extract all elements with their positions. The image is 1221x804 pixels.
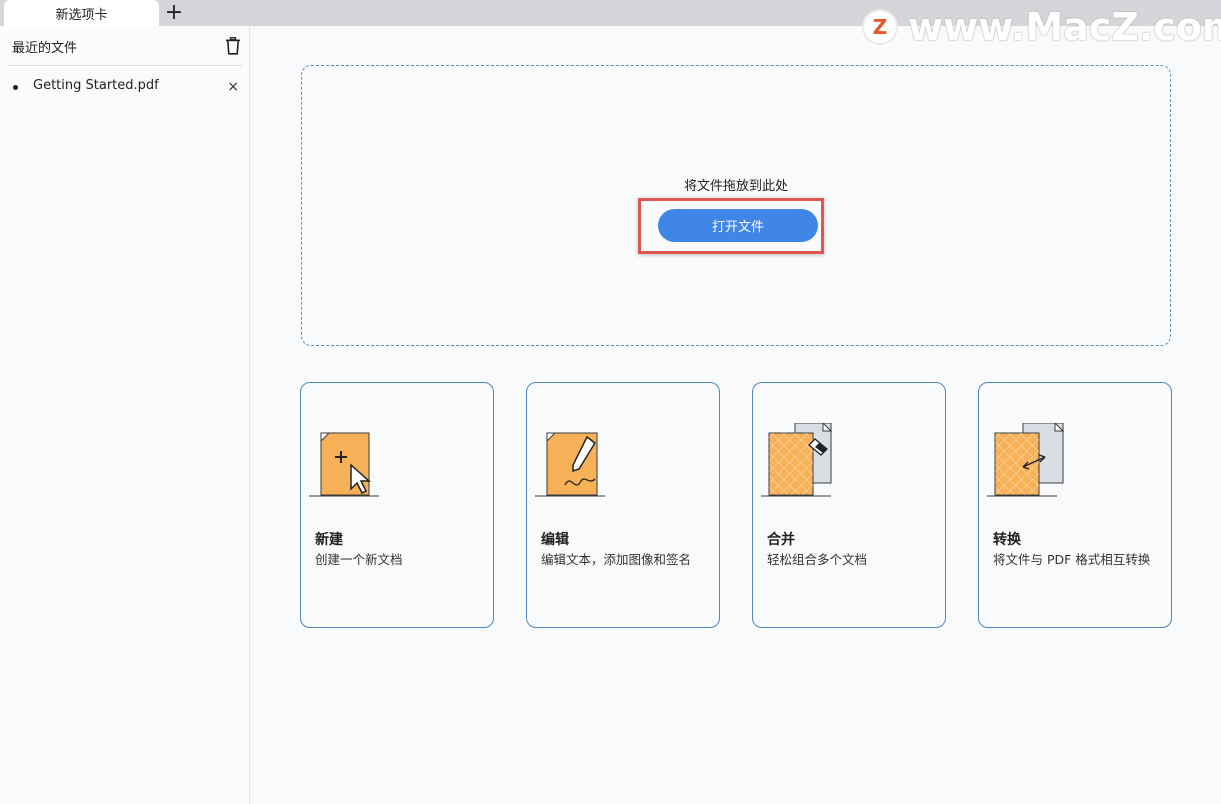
card-title: 转换 — [993, 532, 1021, 548]
sidebar-header: 最近的文件 — [0, 26, 249, 66]
recent-file-name: Getting Started.pdf — [33, 78, 159, 93]
watermark-logo: Z — [862, 9, 898, 45]
watermark: Z www.MacZ.com — [862, 5, 1221, 49]
tab-label: 新选项卡 — [55, 7, 108, 23]
watermark-logo-letter: Z — [872, 15, 888, 39]
card-convert[interactable]: 转换 将文件与 PDF 格式相互转换 — [978, 382, 1172, 628]
card-description: 编辑文本，添加图像和签名 — [541, 552, 692, 567]
open-file-button[interactable]: 打开文件 — [658, 209, 818, 242]
edit-document-icon — [535, 432, 605, 497]
recent-file-item[interactable]: Getting Started.pdf × — [0, 74, 249, 100]
card-title: 合并 — [767, 532, 795, 548]
highlight-box: 打开文件 — [638, 198, 824, 254]
convert-document-icon — [987, 423, 1065, 497]
merge-documents-icon — [761, 423, 833, 497]
card-merge[interactable]: 合并 轻松组合多个文档 — [752, 382, 946, 628]
card-title: 编辑 — [541, 532, 569, 548]
trash-icon[interactable] — [225, 37, 241, 55]
drop-hint: 将文件拖放到此处 — [683, 179, 788, 194]
card-description: 将文件与 PDF 格式相互转换 — [993, 552, 1151, 567]
add-tab-button[interactable]: + — [162, 0, 186, 26]
sidebar-title: 最近的文件 — [12, 40, 78, 56]
card-new[interactable]: 新建 创建一个新文档 — [300, 382, 494, 628]
card-edit[interactable]: 编辑 编辑文本，添加图像和签名 — [526, 382, 720, 628]
card-description: 创建一个新文档 — [315, 552, 403, 567]
plus-icon: + — [164, 0, 184, 25]
tab-bar: 新选项卡 + Z www.MacZ.com — [0, 0, 1221, 49]
file-drop-zone[interactable]: 将文件拖放到此处 打开文件 — [301, 65, 1171, 346]
sidebar-divider — [8, 65, 242, 66]
tab-new[interactable]: 新选项卡 — [4, 0, 159, 26]
bullet-icon — [13, 85, 18, 90]
close-icon[interactable]: × — [227, 79, 239, 95]
card-title: 新建 — [315, 532, 343, 548]
recent-files-sidebar: 最近的文件 Getting Started.pdf × — [0, 26, 250, 804]
card-description: 轻松组合多个文档 — [767, 552, 868, 567]
watermark-text: www.MacZ.com — [908, 5, 1221, 49]
new-document-icon — [309, 432, 379, 497]
